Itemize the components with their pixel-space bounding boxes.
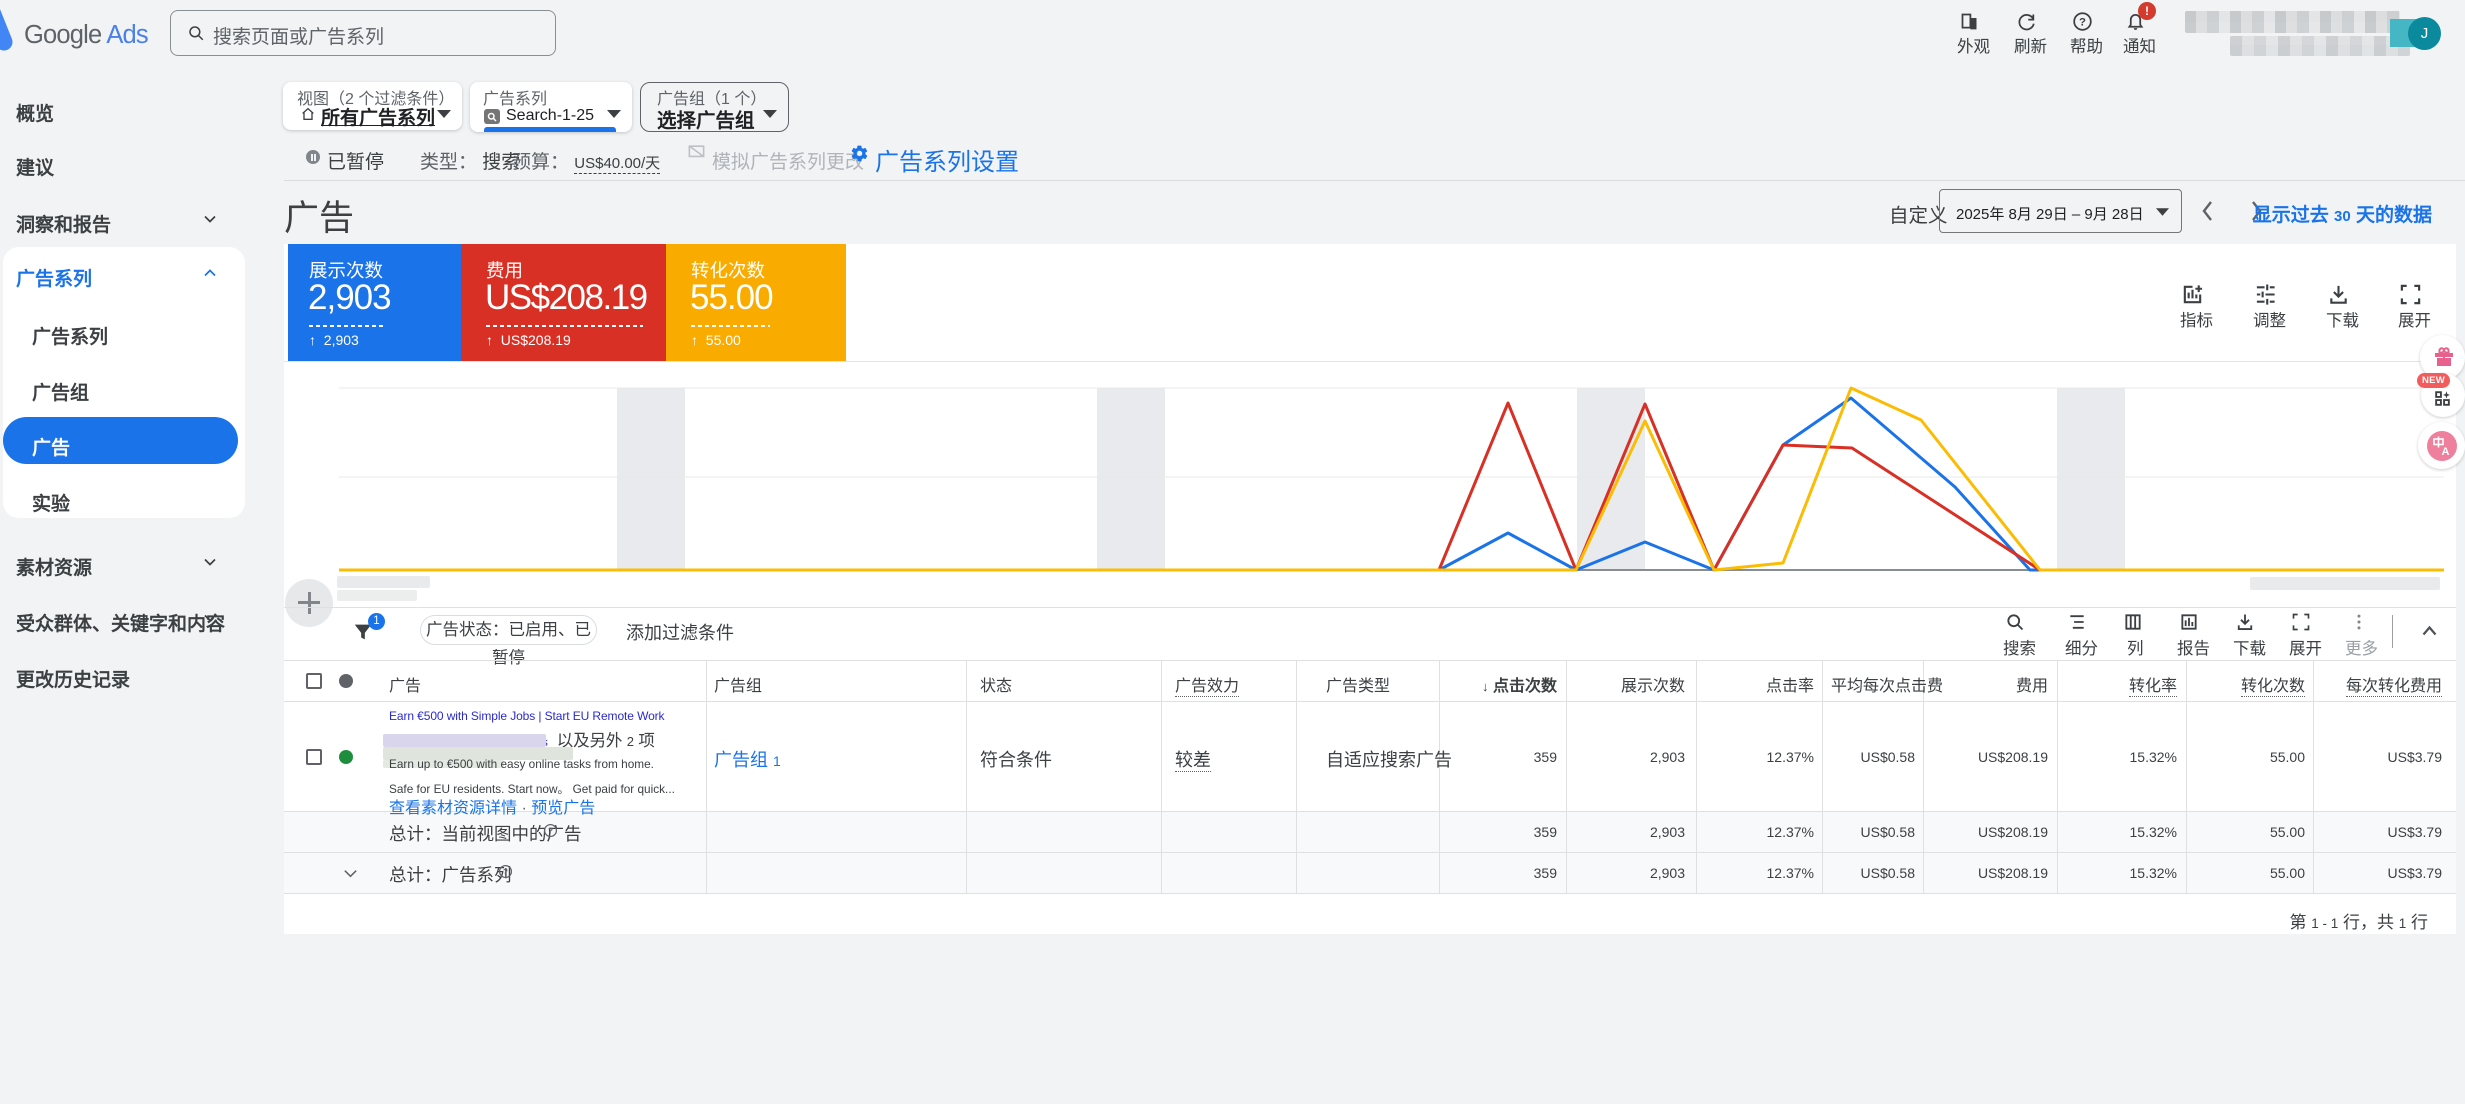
svg-text:A: A [2442,446,2450,458]
svg-text:?: ? [548,826,553,835]
svg-text:?: ? [503,867,508,876]
